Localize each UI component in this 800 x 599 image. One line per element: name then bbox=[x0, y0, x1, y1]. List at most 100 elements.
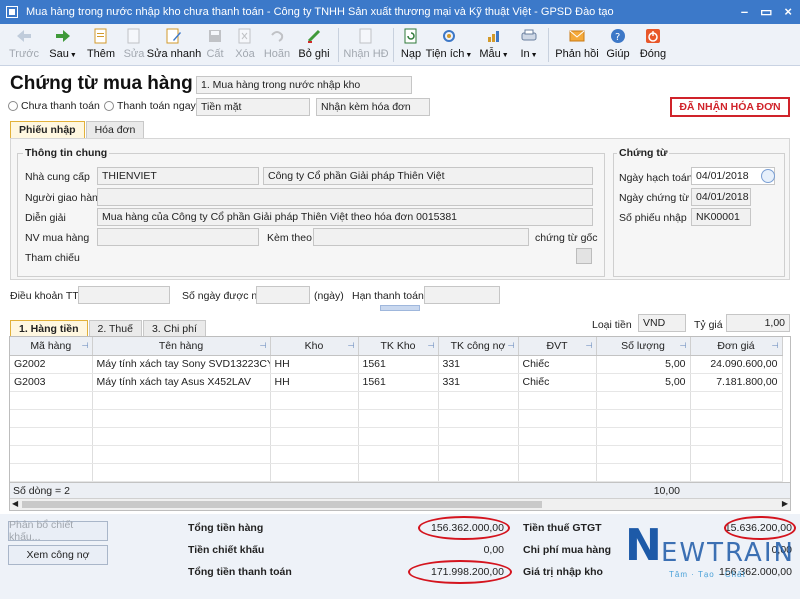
column-header[interactable]: Đơn giá ⊣ bbox=[690, 337, 783, 356]
column-header[interactable]: Kho ⊣ bbox=[270, 337, 359, 356]
invoice-status-button[interactable]: ĐÃ NHẬN HÓA ĐƠN bbox=[670, 97, 790, 117]
cell-unit-price[interactable]: 7.181.800,00 bbox=[690, 373, 783, 392]
pin-icon[interactable]: ⊣ bbox=[772, 341, 779, 350]
prev-label: Trước bbox=[8, 48, 40, 60]
maximize-button[interactable]: ▭ bbox=[760, 4, 772, 20]
undo-button[interactable]: Hoãn bbox=[260, 24, 294, 66]
window-title: Mua hàng trong nước nhập kho chưa thanh … bbox=[26, 6, 614, 18]
reference-lookup-icon[interactable] bbox=[576, 248, 592, 264]
close-window-button[interactable]: × bbox=[784, 4, 792, 20]
cell-item-name[interactable]: Máy tính xách tay Sony SVD13223CY bbox=[92, 355, 271, 374]
empty-row[interactable] bbox=[10, 409, 783, 428]
toolbar-separator bbox=[393, 28, 394, 62]
cell-payable-account[interactable]: 331 bbox=[438, 355, 519, 374]
voucher-date-field[interactable]: 04/01/2018 bbox=[691, 188, 751, 206]
tab-receipt[interactable]: Phiếu nhập bbox=[10, 121, 85, 138]
feedback-button[interactable]: Phản hồi bbox=[553, 24, 601, 66]
delete-button[interactable]: Xóa bbox=[230, 24, 260, 66]
cell-item-name[interactable]: Máy tính xách tay Asus X452LAV bbox=[92, 373, 271, 392]
app-icon bbox=[6, 6, 18, 18]
due-date-field[interactable] bbox=[424, 286, 500, 304]
invoice-option-select[interactable]: Nhận kèm hóa đơn bbox=[316, 98, 430, 116]
tab-tax[interactable]: 2. Thuế bbox=[88, 320, 142, 337]
minimize-button[interactable]: – bbox=[741, 4, 748, 20]
exchange-rate-field[interactable]: 1,00 bbox=[726, 314, 790, 332]
tab-costs[interactable]: 3. Chi phí bbox=[142, 320, 206, 337]
empty-row[interactable] bbox=[10, 391, 783, 410]
next-button[interactable]: Sau▼ bbox=[44, 24, 82, 66]
unpost-button[interactable]: Bỏ ghi bbox=[294, 24, 334, 66]
currency-select[interactable]: VND bbox=[638, 314, 686, 332]
cell-warehouse[interactable]: HH bbox=[270, 373, 359, 392]
pin-icon[interactable]: ⊣ bbox=[82, 341, 89, 350]
close-button[interactable]: Đóng bbox=[635, 24, 671, 66]
load-button[interactable]: Nạp bbox=[398, 24, 424, 66]
cell-quantity[interactable]: 5,00 bbox=[596, 373, 691, 392]
cell-stock-account[interactable]: 1561 bbox=[358, 373, 439, 392]
pin-icon[interactable]: ⊣ bbox=[428, 341, 435, 350]
help-button[interactable]: ? Giúp bbox=[601, 24, 635, 66]
pin-icon[interactable]: ⊣ bbox=[260, 341, 267, 350]
scroll-left-icon[interactable]: ◀ bbox=[12, 499, 18, 508]
payment-method-select[interactable]: Tiền mặt bbox=[196, 98, 310, 116]
add-button[interactable]: Thêm bbox=[82, 24, 120, 66]
cell-payable-account[interactable]: 331 bbox=[438, 373, 519, 392]
cell-unit[interactable]: Chiếc bbox=[518, 373, 597, 392]
tab-invoice[interactable]: Hóa đơn bbox=[85, 121, 145, 138]
receive-invoice-button[interactable]: Nhận HĐ bbox=[343, 24, 389, 66]
credit-days-field[interactable] bbox=[256, 286, 310, 304]
pin-icon[interactable]: ⊣ bbox=[586, 341, 593, 350]
template-button[interactable]: Mẫu▼ bbox=[474, 24, 514, 66]
general-info-title: Thông tin chung bbox=[23, 147, 110, 159]
panel-splitter[interactable] bbox=[380, 305, 420, 311]
scroll-right-icon[interactable]: ▶ bbox=[782, 499, 788, 508]
help-label: Giúp bbox=[606, 48, 630, 60]
view-debt-button[interactable]: Xem công nợ bbox=[8, 545, 108, 565]
radio-paid[interactable]: Thanh toán ngay bbox=[104, 100, 196, 112]
prev-button[interactable]: Trước bbox=[4, 24, 44, 66]
column-header[interactable]: Mã hàng ⊣ bbox=[10, 337, 93, 356]
supplier-code-field[interactable]: THIENVIET bbox=[97, 167, 259, 185]
empty-row[interactable] bbox=[10, 463, 783, 482]
cell-unit-price[interactable]: 24.090.600,00 bbox=[690, 355, 783, 374]
horizontal-scrollbar[interactable]: ◀ ▶ bbox=[10, 498, 790, 510]
scroll-thumb[interactable] bbox=[22, 501, 542, 508]
column-header[interactable]: Số lượng ⊣ bbox=[596, 337, 691, 356]
empty-row[interactable] bbox=[10, 427, 783, 446]
cell-item-code[interactable]: G2002 bbox=[10, 355, 93, 374]
edit-button[interactable]: Sửa bbox=[120, 24, 148, 66]
quick-edit-button[interactable]: Sửa nhanh bbox=[147, 24, 201, 66]
toolbar-separator bbox=[548, 28, 549, 62]
payment-terms-field[interactable] bbox=[78, 286, 170, 304]
deliverer-field[interactable] bbox=[97, 188, 593, 206]
calendar-icon[interactable] bbox=[761, 169, 775, 183]
voucher-type-select[interactable]: 1. Mua hàng trong nước nhập kho bbox=[196, 76, 412, 94]
column-header[interactable]: ĐVT ⊣ bbox=[518, 337, 597, 356]
cell-unit[interactable]: Chiếc bbox=[518, 355, 597, 374]
buyer-field[interactable] bbox=[97, 228, 259, 246]
tab-goods[interactable]: 1. Hàng tiền bbox=[10, 320, 88, 337]
discount-allocation-button[interactable]: Phân bổ chiết khấu... bbox=[8, 519, 108, 543]
cell-quantity[interactable]: 5,00 bbox=[596, 355, 691, 374]
pin-icon[interactable]: ⊣ bbox=[508, 341, 515, 350]
attach-field[interactable] bbox=[313, 228, 529, 246]
save-button[interactable]: Cất bbox=[200, 24, 230, 66]
utilities-button[interactable]: Tiện ích▼ bbox=[424, 24, 474, 66]
cell-warehouse[interactable]: HH bbox=[270, 355, 359, 374]
table-row[interactable]: G2003 Máy tính xách tay Asus X452LAV HH … bbox=[10, 373, 783, 392]
column-header[interactable]: TK công nợ ⊣ bbox=[438, 337, 519, 356]
receipt-no-field[interactable]: NK00001 bbox=[691, 208, 751, 226]
voucher-date-label: Ngày chứng từ bbox=[619, 192, 690, 204]
cell-stock-account[interactable]: 1561 bbox=[358, 355, 439, 374]
pin-icon[interactable]: ⊣ bbox=[680, 341, 687, 350]
column-header[interactable]: Tên hàng ⊣ bbox=[92, 337, 271, 356]
pin-icon[interactable]: ⊣ bbox=[348, 341, 355, 350]
supplier-name-field[interactable]: Công ty Cổ phần Giải pháp Thiên Việt bbox=[263, 167, 593, 185]
column-header[interactable]: TK Kho ⊣ bbox=[358, 337, 439, 356]
table-row[interactable]: G2002 Máy tính xách tay Sony SVD13223CY … bbox=[10, 355, 783, 374]
print-button[interactable]: In▼ bbox=[514, 24, 544, 66]
description-field[interactable]: Mua hàng của Công ty Cổ phần Giải pháp T… bbox=[97, 208, 593, 226]
radio-unpaid[interactable]: Chưa thanh toán bbox=[8, 100, 100, 112]
empty-row[interactable] bbox=[10, 445, 783, 464]
cell-item-code[interactable]: G2003 bbox=[10, 373, 93, 392]
